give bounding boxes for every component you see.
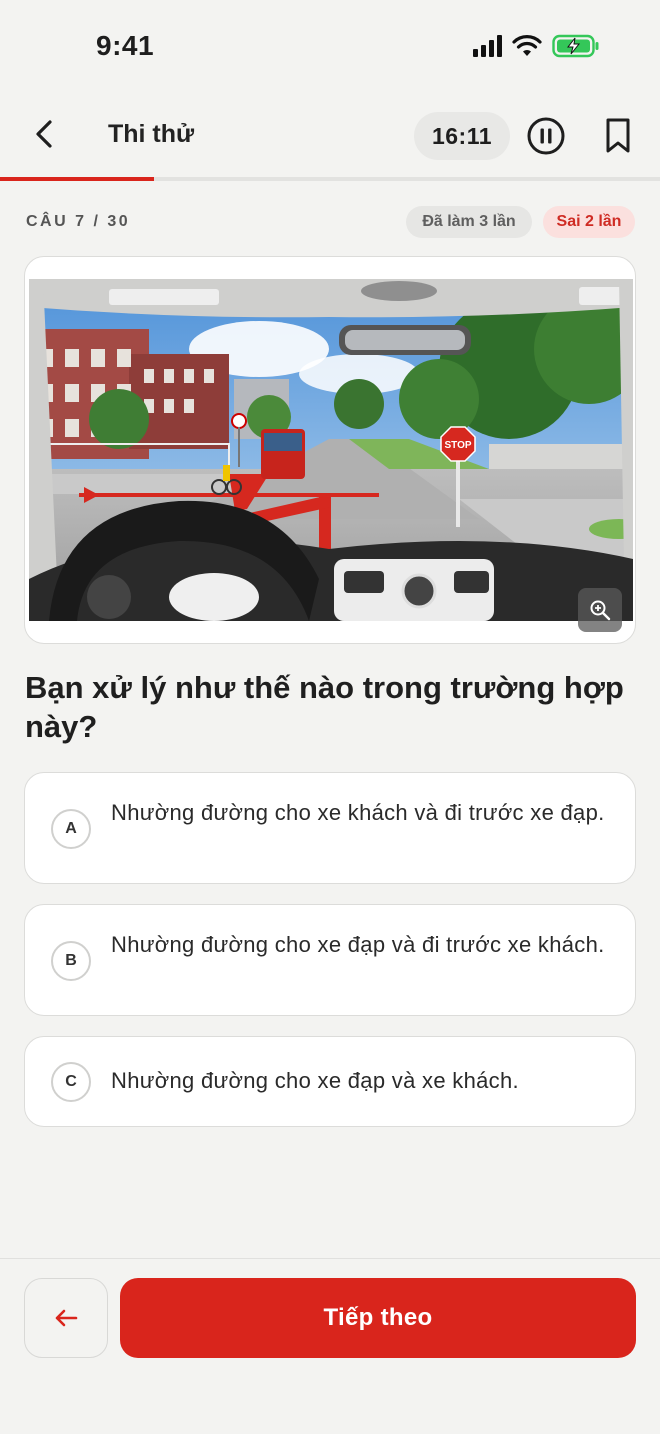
question-counter: CÂU 7 / 30 [26, 213, 131, 230]
status-bar: 9:41 [0, 0, 660, 96]
arrow-left-icon [55, 1309, 78, 1327]
option-letter-badge: C [51, 1062, 91, 1102]
attempts-badge: Đã làm 3 lần [406, 206, 532, 238]
previous-question-button[interactable] [24, 1278, 108, 1358]
answer-option-b[interactable]: B Nhường đường cho xe đạp và đi trước xe… [24, 904, 636, 1016]
exam-timer: 16:11 [414, 112, 510, 160]
chevron-left-icon [36, 120, 52, 148]
status-time: 9:41 [96, 30, 155, 61]
wifi-icon [512, 35, 542, 56]
driving-scene-illustration: STOP [29, 279, 633, 621]
cellular-signal-icon [473, 35, 502, 57]
status-icons [473, 34, 600, 58]
question-image-card: STOP [24, 256, 636, 644]
top-navigation: Thi thử 16:11 [0, 104, 660, 166]
answer-option-c[interactable]: C Nhường đường cho xe đạp và xe khách. [24, 1036, 636, 1127]
bottom-divider [0, 1258, 660, 1259]
wrong-count-badge: Sai 2 lần [543, 206, 635, 238]
bookmark-button[interactable] [600, 116, 636, 156]
stop-sign-text: STOP [444, 440, 471, 451]
option-letter-badge: B [51, 941, 91, 981]
progress-bar [0, 177, 660, 181]
answer-option-a[interactable]: A Nhường đường cho xe khách và đi trước … [24, 772, 636, 884]
page-title: Thi thử [108, 120, 195, 148]
option-text: Nhường đường cho xe đạp và xe khách. [111, 1068, 519, 1093]
zoom-in-icon [590, 600, 611, 621]
next-question-button[interactable]: Tiếp theo [120, 1278, 636, 1358]
pause-button[interactable] [526, 116, 566, 156]
option-text: Nhường đường cho xe khách và đi trước xe… [111, 800, 605, 825]
progress-fill [0, 177, 154, 181]
zoom-image-button[interactable] [578, 588, 622, 632]
option-letter-badge: A [51, 809, 91, 849]
battery-charging-icon [552, 34, 599, 58]
option-text: Nhường đường cho xe đạp và đi trước xe k… [111, 932, 605, 957]
question-text: Bạn xử lý như thế nào trong trường hợp n… [25, 670, 624, 744]
back-button[interactable] [22, 112, 66, 156]
